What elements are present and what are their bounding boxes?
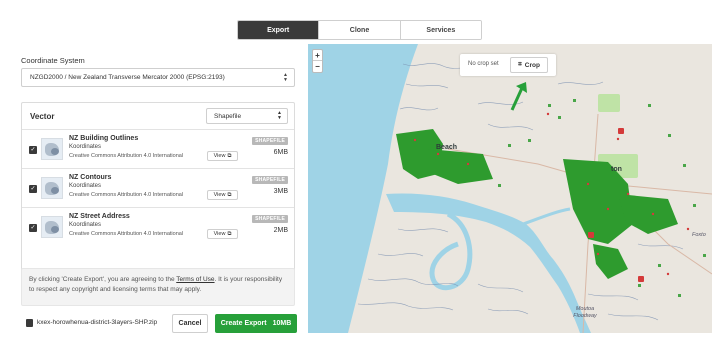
layer-publisher[interactable]: Koordinates [69,144,101,150]
view-label: View [213,231,226,237]
layer-checkbox[interactable]: ✓ [29,185,37,193]
view-license-button[interactable]: View ⧉ [207,229,238,239]
layer-thumbnail [41,177,63,199]
coordinate-system-value: NZGD2000 / New Zealand Transverse Mercat… [30,74,225,81]
terms-notice: By clicking 'Create Export', you are agr… [21,268,295,306]
layer-license: Creative Commons Attribution 4.0 Interna… [69,231,184,237]
tab-services[interactable]: Services [399,21,481,39]
layer-license: Creative Commons Attribution 4.0 Interna… [69,192,184,198]
crop-icon: ⌗ [518,61,522,68]
format-select[interactable]: Shapefile ▲ ▼ [206,108,288,124]
view-license-button[interactable]: View ⧉ [207,190,238,200]
vector-heading: Vector [30,111,55,121]
layer-thumbnail [41,138,63,160]
tab-export[interactable]: Export [238,21,319,39]
view-label: View [213,153,226,159]
crop-status: No crop set [468,61,499,67]
format-value: Shapefile [214,112,242,120]
layer-publisher[interactable]: Koordinates [69,222,101,228]
map-label-road: Foxto [692,232,706,238]
crop-label: Crop [524,61,540,69]
export-panel: Coordinate System NZGD2000 / New Zealand… [18,44,298,344]
layer-size: 3MB [273,188,288,195]
layer-checkbox[interactable]: ✓ [29,224,37,232]
crop-panel: No crop set ⌗ Crop [460,54,556,76]
external-link-icon: ⧉ [227,191,232,198]
tab-clone[interactable]: Clone [318,21,400,39]
create-export-label: Create Export [220,320,267,327]
map-label-floodway: Moutoa Floodway [573,306,597,319]
layer-row: ✓ NZ Contours Koordinates Creative Commo… [22,169,294,208]
coordinate-system-label: Coordinate System [21,56,85,65]
format-badge: SHAPEFILE [252,176,288,184]
select-arrows-icon: ▲ ▼ [283,72,288,83]
layer-license: Creative Commons Attribution 4.0 Interna… [69,153,184,159]
zoom-out-button[interactable]: − [313,61,322,72]
external-link-icon: ⧉ [227,152,232,159]
vector-section: Vector Shapefile ▲ ▼ ✓ NZ Building Outlin… [21,102,295,290]
layer-thumbnail [41,216,63,238]
cancel-button[interactable]: Cancel [172,314,208,333]
layer-title[interactable]: NZ Building Outlines [69,135,138,142]
export-filename: kxex-horowhenua-district-3layers-SHP.zip [37,319,158,326]
view-license-button[interactable]: View ⧉ [207,151,238,161]
external-link-icon: ⧉ [227,230,232,237]
coordinate-system-select[interactable]: NZGD2000 / New Zealand Transverse Mercat… [21,68,295,87]
zoom-in-button[interactable]: + [313,50,322,61]
terms-of-use-link[interactable]: Terms of Use [176,276,214,283]
view-label: View [213,192,226,198]
layer-title[interactable]: NZ Contours [69,174,111,181]
zoom-control: + − [312,49,323,73]
layer-size: 6MB [273,149,288,156]
map-label-beach: Beach [436,144,458,151]
export-size: 10MB [272,320,292,327]
map-view[interactable]: + − No crop set ⌗ Crop Beach ton Foxto M… [308,44,712,333]
layer-checkbox[interactable]: ✓ [29,146,37,154]
crop-button[interactable]: ⌗ Crop [510,57,548,73]
vector-header: Vector Shapefile ▲ ▼ [22,103,294,130]
select-arrows-icon: ▲ ▼ [277,110,282,121]
map-canvas [308,44,712,333]
terms-text: By clicking 'Create Export', you are agr… [29,276,177,283]
format-badge: SHAPEFILE [252,137,288,145]
layer-size: 2MB [273,227,288,234]
map-label-town: ton [611,166,622,173]
format-badge: SHAPEFILE [252,215,288,223]
create-export-button[interactable]: Create Export 10MB [215,314,297,333]
file-icon [26,319,33,327]
layer-title[interactable]: NZ Street Address [69,213,130,220]
layer-publisher[interactable]: Koordinates [69,183,101,189]
export-footer: kxex-horowhenua-district-3layers-SHP.zip… [21,314,297,334]
layer-row: ✓ NZ Street Address Koordinates Creative… [22,208,294,247]
layer-row: ✓ NZ Building Outlines Koordinates Creat… [22,130,294,169]
export-tabs: Export Clone Services [237,20,482,40]
